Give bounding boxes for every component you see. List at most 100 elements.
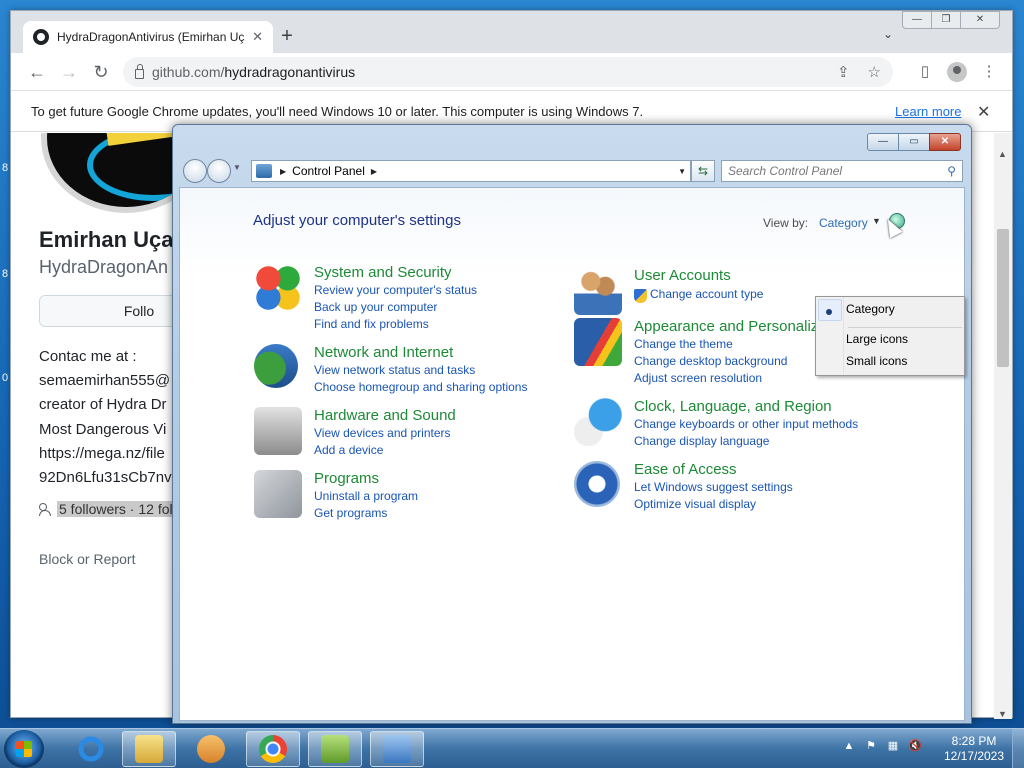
chrome-icon: [259, 735, 287, 763]
block-report-link[interactable]: Block or Report: [39, 551, 135, 567]
kebab-menu-icon[interactable]: ⋮: [979, 62, 999, 82]
taskbar-control-panel[interactable]: [370, 731, 424, 767]
taskbar-file-explorer[interactable]: [122, 731, 176, 767]
category-title[interactable]: User Accounts: [634, 267, 731, 284]
tab-close-icon[interactable]: ✕: [252, 29, 263, 45]
taskbar-media-player[interactable]: [184, 731, 238, 767]
radio-bullet-icon: [826, 309, 832, 315]
forward-arrow-icon[interactable]: →: [57, 61, 81, 83]
cp-content-area: Adjust your computer's settings View by:…: [179, 187, 965, 721]
address-bar[interactable]: github.com/hydradragonantivirus ⇪ ☆: [123, 57, 893, 87]
view-by-selector[interactable]: Category: [819, 216, 868, 230]
show-desktop-button[interactable]: [1012, 729, 1024, 768]
breadcrumb-arrow-icon[interactable]: ▶: [371, 167, 377, 176]
taskbar-chrome[interactable]: [246, 731, 300, 767]
followers-count[interactable]: 5 followers · 12 fol: [39, 501, 175, 517]
cp-maximize-button[interactable]: ▭: [898, 133, 930, 151]
tab-search-icon[interactable]: ⌄: [883, 27, 893, 41]
browser-tab[interactable]: HydraDragonAntivirus (Emirhan Uçan) ✕: [23, 21, 273, 53]
category-link[interactable]: Find and fix problems: [314, 317, 429, 331]
category-link[interactable]: Let Windows suggest settings: [634, 480, 793, 494]
category-link[interactable]: View devices and printers: [314, 426, 451, 440]
taskbar: ▲ ⚑ ▦ 🔇 8:28 PM 12/17/2023: [0, 728, 1024, 768]
close-button[interactable]: ✕: [960, 11, 1000, 29]
page-scrollbar[interactable]: ▲ ▼: [994, 133, 1012, 719]
minimize-button[interactable]: —: [902, 11, 932, 29]
category-link[interactable]: Change display language: [634, 434, 769, 448]
printer-icon: [254, 407, 302, 455]
category-link[interactable]: Change account type: [650, 287, 763, 301]
clock-globe-icon: [574, 398, 622, 446]
network-icon[interactable]: ▦: [886, 739, 900, 752]
category-link[interactable]: Get programs: [314, 506, 387, 520]
breadcrumb-control-panel[interactable]: Control Panel: [292, 164, 365, 178]
cp-address-bar[interactable]: ▶ Control Panel ▶ ▼: [251, 160, 691, 182]
address-dropdown-icon[interactable]: ▼: [678, 167, 686, 176]
folder-icon: [135, 735, 163, 763]
cp-back-icon[interactable]: [183, 159, 207, 183]
category-link[interactable]: Back up your computer: [314, 300, 437, 314]
back-arrow-icon[interactable]: ←: [25, 61, 49, 83]
users-icon: [574, 267, 622, 315]
reload-icon[interactable]: ↻: [89, 61, 113, 83]
profile-name: Emirhan Uça: [39, 227, 174, 252]
category-link[interactable]: Change keyboards or other input methods: [634, 417, 858, 431]
start-button[interactable]: [4, 730, 44, 768]
cp-window-controls: — ▭ ✕: [867, 133, 961, 151]
github-icon: [33, 29, 49, 45]
side-panel-icon[interactable]: ▯: [915, 62, 935, 82]
taskbar-notepadpp[interactable]: [308, 731, 362, 767]
scroll-up-icon[interactable]: ▲: [998, 149, 1007, 159]
scroll-down-icon[interactable]: ▼: [998, 709, 1007, 719]
learn-more-link[interactable]: Learn more: [895, 104, 961, 119]
view-by-label: View by:: [763, 216, 809, 230]
category-link[interactable]: Change the theme: [634, 337, 733, 351]
action-center-flag-icon[interactable]: ⚑: [864, 739, 878, 752]
category-title[interactable]: System and Security: [314, 264, 452, 281]
menu-item-category[interactable]: Category: [846, 302, 895, 316]
search-icon[interactable]: ⚲: [947, 164, 956, 178]
new-tab-button[interactable]: +: [275, 25, 299, 49]
programs-icon: [254, 470, 302, 518]
cp-close-button[interactable]: ✕: [929, 133, 961, 151]
chrome-window-controls: — ❐ ✕: [902, 11, 1000, 29]
view-by-dropdown-icon[interactable]: ▼: [872, 216, 881, 226]
category-title[interactable]: Clock, Language, and Region: [634, 398, 832, 415]
breadcrumb-arrow-icon[interactable]: ▶: [280, 167, 286, 176]
tray-expand-icon[interactable]: ▲: [842, 740, 856, 752]
menu-item-large-icons[interactable]: Large icons: [846, 332, 908, 346]
scroll-thumb[interactable]: [997, 229, 1009, 367]
volume-muted-icon[interactable]: 🔇: [908, 739, 922, 752]
cp-forward-icon[interactable]: [207, 159, 231, 183]
category-link[interactable]: Choose homegroup and sharing options: [314, 380, 527, 394]
category-link[interactable]: Uninstall a program: [314, 489, 418, 503]
lock-icon: [135, 63, 144, 79]
taskbar-internet-explorer[interactable]: [64, 731, 118, 767]
category-link[interactable]: Review your computer's status: [314, 283, 477, 297]
profile-bio: Contac me at : semaemirhan555@ creator of …: [39, 348, 172, 487]
category-link[interactable]: View network status and tasks: [314, 363, 475, 377]
close-infobar-icon[interactable]: ✕: [977, 102, 990, 122]
category-link[interactable]: Add a device: [314, 443, 383, 457]
bookmark-star-icon[interactable]: ☆: [868, 63, 881, 81]
category-title[interactable]: Programs: [314, 470, 379, 487]
category-title[interactable]: Network and Internet: [314, 344, 453, 361]
profile-login: HydraDragonAn: [39, 257, 169, 277]
share-icon[interactable]: ⇪: [837, 63, 850, 81]
view-by-menu: Category Large icons Small icons: [815, 296, 965, 376]
cp-search-input[interactable]: Search Control Panel ⚲: [721, 160, 963, 182]
menu-item-small-icons[interactable]: Small icons: [846, 354, 907, 368]
category-title[interactable]: Hardware and Sound: [314, 407, 456, 424]
maximize-button[interactable]: ❐: [931, 11, 961, 29]
taskbar-clock[interactable]: 8:28 PM 12/17/2023: [940, 734, 1008, 764]
category-link[interactable]: Change desktop background: [634, 354, 787, 368]
category-title[interactable]: Ease of Access: [634, 461, 737, 478]
recent-pages-icon[interactable]: ▼: [233, 163, 241, 172]
cp-refresh-icon[interactable]: ⇆: [691, 160, 715, 182]
profile-avatar-icon[interactable]: [947, 62, 967, 82]
category-link[interactable]: Adjust screen resolution: [634, 371, 762, 385]
category-link[interactable]: Optimize visual display: [634, 497, 756, 511]
cp-minimize-button[interactable]: —: [867, 133, 899, 151]
globe-network-icon: [254, 344, 298, 388]
internet-explorer-icon: [77, 735, 105, 763]
